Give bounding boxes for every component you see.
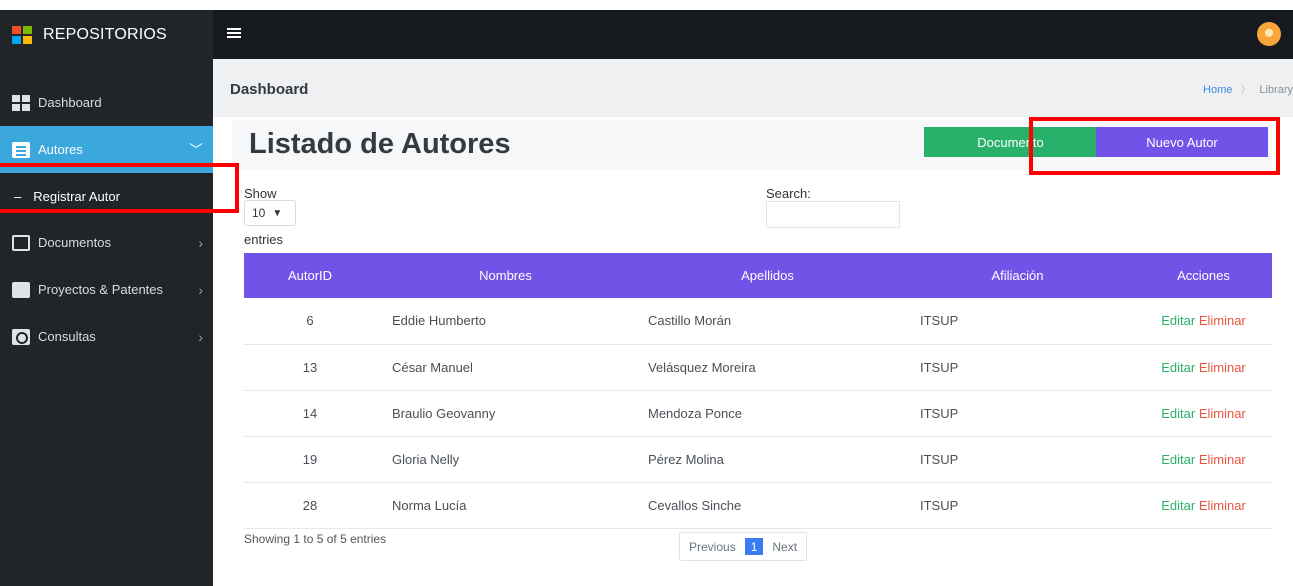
breadcrumb-current: Library (1259, 84, 1293, 96)
sidebar-item-label: Documentos (38, 235, 111, 250)
entries-length-value: 10 (252, 206, 266, 220)
search-doc-icon (12, 328, 30, 345)
page-title: Listado de Autores (249, 128, 511, 160)
sidebar-item-label: Consultas (38, 329, 96, 344)
column-header-acciones[interactable]: Acciones (1135, 253, 1272, 298)
delete-link[interactable]: Eliminar (1199, 452, 1246, 467)
edit-link[interactable]: Editar (1161, 452, 1195, 467)
breadcrumb: Home 〉 Library (1203, 81, 1293, 97)
sidebar-item-documentos[interactable]: Documentos › (0, 219, 213, 266)
cell-apellidos: Castillo Morán (648, 313, 732, 329)
delete-link[interactable]: Eliminar (1199, 313, 1246, 328)
column-header-apellidos[interactable]: Apellidos (635, 253, 900, 298)
app-page: REPOSITORIOS Dashboard Autores ﹀ – Regis… (0, 0, 1293, 586)
entries-length-select[interactable]: 10 ▼ (244, 200, 296, 226)
sidebar-nav: Dashboard Autores ﹀ – Registrar Autor Do… (0, 79, 213, 360)
avatar[interactable] (1257, 22, 1281, 46)
cell-apellidos: Pérez Molina (648, 451, 724, 467)
cell-nombres: Eddie Humberto (392, 313, 486, 329)
list-icon (12, 141, 30, 158)
folder-icon (12, 281, 30, 298)
cell-apellidos: Velásquez Moreira (648, 359, 756, 375)
chevron-down-icon: ▼ (272, 207, 283, 219)
cell-id: 13 (302, 359, 318, 375)
cell-id: 28 (302, 497, 318, 513)
cell-apellidos: Mendoza Ponce (648, 405, 742, 421)
cell-nombres: Braulio Geovanny (392, 405, 496, 421)
cell-nombres: Gloria Nelly (392, 451, 460, 467)
autores-table: AutorID Nombres Apellidos Afiliación Acc… (244, 253, 1272, 529)
sidebar-item-label: Dashboard (38, 95, 102, 110)
column-header-afiliacion[interactable]: Afiliación (900, 253, 1135, 298)
cell-afiliacion: ITSUP (920, 313, 959, 329)
cell-afiliacion: ITSUP (920, 497, 959, 513)
column-header-autorid[interactable]: AutorID (244, 253, 376, 298)
chevron-right-icon: › (198, 328, 203, 345)
content-header: Dashboard Home 〉 Library (213, 59, 1293, 117)
table-row: 19 Gloria Nelly Pérez Molina ITSUP Edita… (244, 436, 1272, 482)
dashboard-icon (12, 94, 30, 111)
brand[interactable]: REPOSITORIOS (0, 10, 213, 59)
cell-id: 14 (302, 405, 318, 421)
top-bar (213, 10, 1293, 59)
cell-acciones: Editar Eliminar (1135, 390, 1272, 436)
sidebar-item-label: Proyectos & Patentes (38, 282, 164, 297)
cell-apellidos: Cevallos Sinche (648, 497, 742, 513)
edit-link[interactable]: Editar (1161, 360, 1195, 375)
delete-link[interactable]: Eliminar (1199, 406, 1246, 421)
sidebar-item-dashboard[interactable]: Dashboard (0, 79, 213, 126)
current-page-button[interactable]: 1 (744, 538, 764, 555)
chevron-right-icon: › (198, 281, 203, 298)
table-row: 14 Braulio Geovanny Mendoza Ponce ITSUP … (244, 390, 1272, 436)
next-page-button[interactable]: Next (763, 533, 806, 560)
edit-link[interactable]: Editar (1161, 406, 1195, 421)
breadcrumb-separator-icon: 〉 (1240, 84, 1252, 96)
table-header-row: AutorID Nombres Apellidos Afiliación Acc… (244, 253, 1272, 298)
delete-link[interactable]: Eliminar (1199, 360, 1246, 375)
highlight-box-nuevo-autor (1029, 117, 1280, 175)
sidebar-item-proyectos[interactable]: Proyectos & Patentes › (0, 266, 213, 313)
cell-afiliacion: ITSUP (920, 405, 959, 421)
search-label: Search: (766, 186, 811, 201)
breadcrumb-home[interactable]: Home (1203, 84, 1232, 96)
cell-acciones: Editar Eliminar (1135, 482, 1272, 528)
highlight-box-registrar-autor (0, 163, 239, 213)
chevron-down-icon: ﹀ (189, 141, 203, 158)
menu-toggle-icon[interactable] (227, 28, 241, 38)
brand-name: REPOSITORIOS (43, 25, 167, 43)
edit-link[interactable]: Editar (1161, 498, 1195, 513)
entries-label: entries (244, 232, 284, 247)
column-header-nombres[interactable]: Nombres (376, 253, 635, 298)
chevron-right-icon: › (198, 234, 203, 251)
show-label: Show (244, 186, 277, 201)
cell-nombres: Norma Lucía (392, 497, 467, 513)
cell-acciones: Editar Eliminar (1135, 436, 1272, 482)
cell-id: 19 (302, 451, 318, 467)
table-row: 13 César Manuel Velásquez Moreira ITSUP … (244, 344, 1272, 390)
cell-afiliacion: ITSUP (920, 359, 959, 375)
table-info: Showing 1 to 5 of 5 entries (244, 532, 387, 546)
cell-afiliacion: ITSUP (920, 451, 959, 467)
search-input[interactable] (766, 201, 900, 228)
previous-page-button[interactable]: Previous (680, 533, 745, 560)
cell-acciones: Editar Eliminar (1135, 298, 1272, 344)
edit-link[interactable]: Editar (1161, 313, 1195, 328)
brand-logo-icon (12, 25, 32, 44)
sidebar-item-label: Autores (38, 142, 83, 157)
delete-link[interactable]: Eliminar (1199, 498, 1246, 513)
sidebar-item-consultas[interactable]: Consultas › (0, 313, 213, 360)
table-row: 28 Norma Lucía Cevallos Sinche ITSUP Edi… (244, 482, 1272, 528)
cell-acciones: Editar Eliminar (1135, 344, 1272, 390)
cell-nombres: César Manuel (392, 359, 473, 375)
sidebar: REPOSITORIOS Dashboard Autores ﹀ – Regis… (0, 10, 213, 586)
table-row: 6 Eddie Humberto Castillo Morán ITSUP Ed… (244, 298, 1272, 344)
cell-id: 6 (306, 313, 314, 329)
header-title: Dashboard (230, 81, 309, 98)
pagination: Previous 1 Next (679, 532, 808, 561)
document-icon (12, 234, 30, 251)
